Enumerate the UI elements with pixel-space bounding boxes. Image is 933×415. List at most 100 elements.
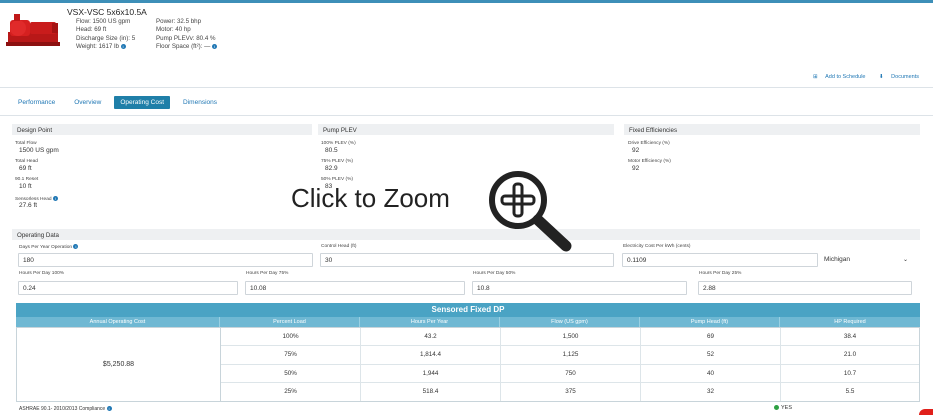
spec-floor-space: Floor Space (ft²): —: [156, 43, 211, 51]
compliance-label-text: ASHRAE 90.1- 2010/2013 Compliance: [19, 406, 106, 412]
spec-power: Power: 32.5 bhp: [156, 18, 202, 25]
cell-percent-load: 25%: [221, 382, 361, 401]
hours-25-input[interactable]: 2.88: [698, 281, 912, 295]
download-icon: ⬇: [879, 74, 884, 80]
cell-hours: 1,944: [361, 364, 501, 382]
cell-pump-head: 32: [641, 382, 781, 401]
hours-25-label: Hours Per Day 25%: [699, 271, 742, 276]
cell-pump-head: 52: [641, 346, 781, 364]
operating-data-header: Operating Data: [12, 229, 920, 240]
cell-percent-load: 75%: [221, 346, 361, 364]
cell-hours: 1,814.4: [361, 346, 501, 364]
spec-flow: Flow: 1500 US gpm: [76, 18, 131, 25]
col-flow: Flow (US gpm): [500, 317, 640, 327]
annual-operating-cost: $5,250.88: [17, 328, 221, 401]
spec-discharge: Discharge Size (in): 5: [76, 34, 136, 42]
days-per-year-label-text: Days Per Year Operation: [19, 244, 73, 250]
corner-badge: [919, 409, 933, 415]
cell-hp: 38.4: [843, 333, 857, 340]
fixed-efficiencies-header: Fixed Efficiencies: [624, 124, 920, 135]
hours-100-input[interactable]: 0.24: [18, 281, 238, 295]
state-select[interactable]: Michigan ⌄: [820, 253, 912, 267]
electricity-cost-label: Electricity Cost Per kWh (cents): [623, 244, 691, 249]
table-row: 75% 1,814.4 1,125 52 21.0: [221, 346, 919, 365]
tab-bar: Performance Overview Operating Cost Dime…: [12, 96, 230, 109]
total-head-label: Total Head: [15, 159, 38, 164]
days-per-year-input[interactable]: 180: [18, 253, 313, 267]
plev-50-label: 50% PLEV (%): [321, 177, 353, 182]
col-hours-per-year: Hours Per Year: [360, 317, 500, 327]
sensorless-head-label: Sensorless Head i: [15, 196, 58, 202]
tab-performance[interactable]: Performance: [12, 96, 61, 109]
table-title: Sensored Fixed DP: [16, 303, 920, 317]
info-icon[interactable]: i: [73, 244, 79, 249]
click-to-zoom-text[interactable]: Click to Zoom: [291, 183, 450, 214]
cell-flow: 750: [501, 364, 641, 382]
table-header: Annual Operating Cost Percent Load Hours…: [16, 317, 920, 327]
spec-floor-row: Floor Space (ft²): — i: [156, 43, 218, 51]
documents-link[interactable]: ⬇ Documents: [873, 74, 919, 80]
plev-100-value: 80.5: [325, 147, 338, 154]
plus-square-icon: ⊞: [812, 74, 818, 80]
info-icon[interactable]: i: [52, 196, 58, 201]
design-point-header: Design Point: [12, 124, 312, 135]
product-title: VSX-VSC 5x6x10.5A: [67, 7, 147, 17]
info-icon[interactable]: i: [212, 44, 218, 50]
magnifier-plus-icon[interactable]: [486, 166, 576, 252]
control-head-input[interactable]: 30: [320, 253, 614, 267]
table-row: 25% 518.4 375 32 5.5: [221, 382, 919, 401]
check-circle-icon: [774, 405, 779, 411]
spec-motor: Motor: 40 hp: [156, 26, 191, 34]
plev-75-value: 82.9: [325, 165, 338, 172]
spec-weight-row: Weight: 1617 lb i: [76, 43, 135, 51]
hours-75-input[interactable]: 10.08: [245, 281, 465, 295]
control-head-label: Control Head (ft): [321, 244, 357, 249]
cell-hours: 43.2: [361, 328, 501, 346]
col-pump-head: Pump Head (ft): [640, 317, 780, 327]
tab-overview[interactable]: Overview: [68, 96, 107, 109]
plev-100-label: 100% PLEV (%): [321, 141, 356, 146]
cell-hours: 518.4: [361, 382, 501, 401]
cell-flow: 1,125: [501, 346, 641, 364]
hours-75-label: Hours Per Day 75%: [246, 271, 289, 276]
chevron-down-icon: ⌄: [902, 257, 908, 263]
tab-operating-cost[interactable]: Operating Cost: [114, 96, 171, 109]
spec-head: Head: 69 ft: [76, 26, 107, 34]
table-row: 50% 1,944 750 40 10.7: [221, 364, 919, 383]
pump-plev-header: Pump PLEV: [318, 124, 614, 135]
reset-label: 90.1 Reset: [15, 177, 39, 182]
hours-50-label: Hours Per Day 50%: [473, 271, 516, 276]
specs-right: Power: 32.5 bhp Motor: 40 hp Pump PLEVv:…: [156, 18, 218, 52]
divider: [0, 87, 933, 88]
col-percent-load: Percent Load: [220, 317, 360, 327]
electricity-cost-input[interactable]: 0.1109: [622, 253, 818, 267]
plev-75-label: 75% PLEV (%): [321, 159, 353, 164]
total-head-value: 69 ft: [19, 165, 32, 172]
hours-50-input[interactable]: 10.8: [472, 281, 687, 295]
add-to-schedule-label: Add to Schedule: [825, 74, 866, 80]
cell-pump-head: 69: [641, 328, 781, 346]
top-accent-bar: [0, 0, 933, 3]
drive-efficiency-value: 92: [632, 147, 640, 154]
compliance-value: YES: [781, 405, 793, 411]
motor-efficiency-label: Motor Efficiency (%): [628, 159, 671, 164]
total-flow-label: Total Flow: [15, 141, 37, 146]
info-icon[interactable]: i: [120, 44, 126, 50]
cell-pump-head: 40: [641, 364, 781, 382]
add-to-schedule-link[interactable]: ⊞ Add to Schedule: [807, 74, 866, 80]
sensorless-head-value: 27.6 ft: [19, 202, 38, 209]
spec-plev: Pump PLEVv: 80.4 %: [156, 34, 216, 42]
col-annual-cost: Annual Operating Cost: [16, 317, 220, 327]
cell-hp: 10.7: [843, 369, 857, 377]
documents-label: Documents: [891, 74, 919, 80]
tab-dimensions[interactable]: Dimensions: [177, 96, 223, 109]
table-body: $5,250.88 100% 43.2 1,500 69 38.4 75% 1,…: [16, 327, 920, 402]
divider: [0, 115, 933, 116]
total-flow-value: 1500 US gpm: [19, 147, 59, 154]
cell-flow: 375: [501, 382, 641, 401]
hours-100-label: Hours Per Day 100%: [19, 271, 65, 276]
cell-percent-load: 100%: [221, 328, 361, 346]
cell-hp: 5.5: [845, 387, 855, 395]
info-icon[interactable]: i: [106, 406, 112, 412]
col-hp-required: HP Required: [834, 319, 866, 325]
